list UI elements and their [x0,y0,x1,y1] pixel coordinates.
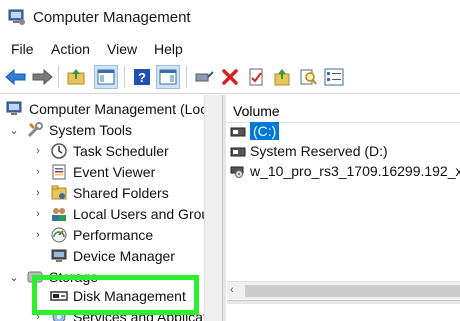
volume-name: System Reserved (D:) [250,143,388,159]
checklist-icon[interactable] [322,65,346,89]
column-header-volume[interactable]: Volume [227,101,460,123]
tree-vertical-scrollbar[interactable] [204,95,222,321]
tree-item-device-manager[interactable]: Device Manager [44,246,175,266]
pane-splitter[interactable] [222,95,226,321]
pane-splitter-horizontal[interactable] [227,300,460,304]
help-icon[interactable]: ? [130,65,154,89]
event-viewer-icon [50,163,68,181]
menu-view[interactable]: View [107,41,137,57]
toolbar-separator [58,66,59,88]
tree-item-task-scheduler[interactable]: › Task Scheduler [32,141,169,161]
delete-icon[interactable] [218,65,242,89]
chevron-right-icon[interactable]: › [32,208,44,220]
show-hide-tree-icon[interactable] [94,65,118,89]
performance-icon [50,226,68,244]
tree-item-performance[interactable]: › Performance [32,225,153,245]
tools-icon [26,121,44,139]
search-icon[interactable] [296,65,320,89]
tree-label: Device Manager [73,248,175,264]
chevron-down-icon[interactable]: ⌄ [8,271,20,284]
chevron-down-icon[interactable]: ⌄ [8,124,20,137]
list-horizontal-scrollbar[interactable]: ‹ [227,281,460,299]
menu-bar: File Action View Help [0,38,460,60]
show-hide-action-pane-icon[interactable] [156,65,180,89]
menu-file[interactable]: File [11,41,34,57]
toolbar-separator [186,66,187,88]
clock-icon [50,142,68,160]
users-icon [50,205,68,223]
drive-icon [230,145,246,157]
drive-icon [230,125,246,137]
scrollbar-thumb[interactable] [245,285,460,297]
menu-help[interactable]: Help [154,41,183,57]
computer-management-icon [6,100,24,118]
tree-label: Event Viewer [73,164,156,180]
import-icon[interactable] [270,65,294,89]
menu-action[interactable]: Action [51,41,90,57]
chevron-right-icon[interactable]: › [32,229,44,241]
tree-item-computer-management[interactable]: Computer Management (Local) [6,99,222,119]
tree-item-local-users-and-groups[interactable]: › Local Users and Groups [32,204,222,224]
tree-label: Computer Management (Local) [29,101,222,117]
scroll-left-icon[interactable]: ‹ [230,284,234,296]
toolbar-separator [124,66,125,88]
volume-name: (C:) [250,122,280,140]
properties-icon[interactable] [244,65,268,89]
volume-row[interactable]: System Reserved (D:) [227,141,388,161]
title-bar: Computer Management [0,0,460,36]
device-manager-icon [50,247,68,265]
window-title: Computer Management [33,9,191,26]
tree-label: Task Scheduler [73,143,169,159]
up-folder-icon[interactable] [64,65,88,89]
forward-arrow-icon[interactable] [30,65,54,89]
tree-item-shared-folders[interactable]: › Shared Folders [32,183,169,203]
tree-label: Performance [73,227,154,243]
volume-name: w_10_pro_rs3_1709.16299.192_x86 [250,163,460,179]
tree-label: Shared Folders [73,185,169,201]
connect-icon[interactable] [192,65,216,89]
back-arrow-icon[interactable] [4,65,28,89]
tree-label: Local Users and Groups [73,206,222,222]
computer-management-icon [8,8,26,26]
chevron-right-icon[interactable]: › [32,166,44,178]
toolbar: ? [0,60,460,94]
cd-drive-icon [230,165,246,178]
chevron-right-icon[interactable]: › [32,187,44,199]
tree-label: System Tools [49,122,132,138]
tree-item-system-tools[interactable]: ⌄ System Tools [8,120,132,140]
chevron-right-icon[interactable]: › [32,145,44,157]
highlight-box [32,275,199,315]
volume-row[interactable]: w_10_pro_rs3_1709.16299.192_x86 [227,161,460,181]
volume-row[interactable]: (C:) [227,121,280,141]
tree-item-event-viewer[interactable]: › Event Viewer [32,162,155,182]
shared-folder-icon [50,184,68,202]
svg-text:?: ? [138,70,146,85]
